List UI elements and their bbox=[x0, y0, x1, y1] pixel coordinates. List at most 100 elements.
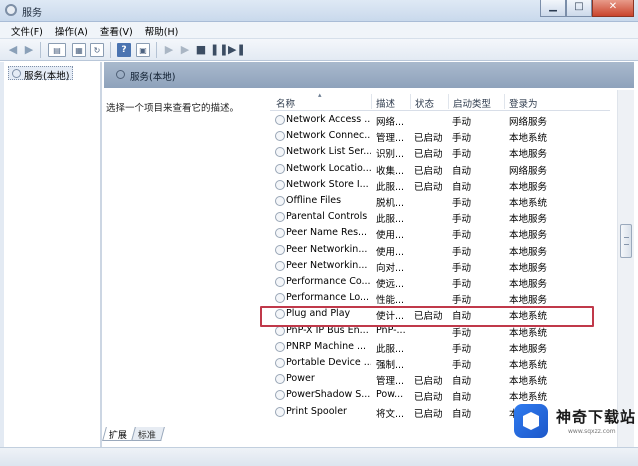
service-row[interactable]: Network Connec... 管理... 已启动 手动 本地系统 bbox=[270, 128, 610, 144]
service-row[interactable]: Power 管理... 已启动 自动 本地系统 bbox=[270, 371, 610, 387]
minimize-button[interactable]: ▁ bbox=[540, 0, 566, 17]
stop-service-icon[interactable]: ■ bbox=[194, 43, 208, 57]
service-startup-type: 手动 bbox=[452, 133, 472, 145]
service-gear-icon bbox=[275, 293, 285, 304]
service-row[interactable]: Network Store I... 此服... 已启动 自动 本地服务 bbox=[270, 177, 610, 193]
service-gear-icon bbox=[275, 212, 285, 223]
service-row[interactable]: Peer Networkin... 使用... 手动 本地服务 bbox=[270, 242, 610, 258]
help-icon[interactable]: ? bbox=[117, 43, 131, 57]
service-startup-type: 自动 bbox=[452, 392, 472, 404]
service-startup-type: 自动 bbox=[452, 376, 472, 388]
menu-file[interactable]: 文件(F) bbox=[6, 22, 50, 38]
service-logon-as: 本地服务 bbox=[509, 295, 548, 307]
menu-help[interactable]: 帮助(H) bbox=[140, 22, 186, 38]
watermark-url: www.sqxzz.com bbox=[568, 428, 616, 435]
service-startup-type: 手动 bbox=[452, 360, 472, 371]
sort-ascending-icon: ▴ bbox=[318, 92, 322, 99]
column-description-header[interactable]: 描述 bbox=[376, 96, 395, 110]
column-logon-header[interactable]: 登录为 bbox=[509, 96, 538, 110]
column-status-header[interactable]: 状态 bbox=[415, 96, 434, 110]
column-divider[interactable] bbox=[448, 94, 449, 109]
service-gear-icon bbox=[275, 163, 285, 174]
properties-icon[interactable]: ▦ bbox=[72, 43, 86, 57]
column-divider[interactable] bbox=[371, 94, 372, 109]
service-description: 收集... bbox=[376, 165, 405, 177]
minimize-icon: ▁ bbox=[549, 1, 557, 12]
tree-item-services-local[interactable]: 服务(本地) bbox=[8, 66, 74, 82]
export-list-icon[interactable]: ▣ bbox=[136, 43, 150, 57]
column-startup-header[interactable]: 启动类型 bbox=[453, 96, 491, 110]
service-description: 此服... bbox=[376, 181, 405, 193]
service-gear-icon bbox=[275, 228, 285, 239]
service-logon-as: 本地服务 bbox=[509, 181, 548, 193]
service-status: 已启动 bbox=[414, 181, 443, 193]
service-startup-type: 手动 bbox=[452, 198, 472, 209]
service-description: 强制... bbox=[376, 360, 405, 371]
service-row[interactable]: Portable Device ... 强制... 手动 本地系统 bbox=[270, 355, 610, 371]
service-logon-as: 本地系统 bbox=[509, 360, 548, 371]
service-description: 识别... bbox=[376, 149, 405, 161]
service-gear-icon bbox=[275, 260, 285, 271]
service-name: PNRP Machine ... bbox=[286, 340, 367, 352]
service-row[interactable]: PNRP Machine ... 此服... 手动 本地服务 bbox=[270, 339, 610, 355]
scrollbar-thumb[interactable] bbox=[620, 224, 632, 258]
service-gear-icon bbox=[275, 341, 285, 352]
service-row[interactable]: Network Locatio... 收集... 已启动 自动 网络服务 bbox=[270, 161, 610, 177]
refresh-icon[interactable]: ↻ bbox=[90, 43, 104, 57]
service-name: PowerShadow S... bbox=[286, 389, 371, 401]
list-header: 名称 ▴ 描述 状态 启动类型 登录为 bbox=[270, 92, 610, 111]
service-startup-type: 手动 bbox=[452, 149, 472, 161]
service-gear-icon bbox=[275, 244, 285, 255]
service-name: Network Connec... bbox=[286, 130, 371, 142]
watermark-logo-icon bbox=[514, 404, 548, 438]
gear-icon bbox=[12, 69, 21, 78]
service-gear-icon bbox=[275, 374, 285, 385]
menu-action[interactable]: 操作(A) bbox=[50, 22, 95, 38]
service-name: Peer Name Res... bbox=[286, 227, 368, 239]
forward-arrow-icon[interactable]: ▶ bbox=[22, 43, 36, 57]
service-row[interactable]: Network Access ... 网络... 手动 网络服务 bbox=[270, 112, 610, 128]
service-description: 性能... bbox=[376, 295, 405, 307]
service-logon-as: 本地服务 bbox=[509, 149, 548, 161]
service-description: 管理... bbox=[376, 376, 405, 388]
service-startup-type: 手动 bbox=[452, 262, 472, 274]
service-row[interactable]: Parental Controls 此服... 手动 本地服务 bbox=[270, 209, 610, 225]
service-name: Print Spooler bbox=[286, 405, 347, 417]
service-startup-type: 手动 bbox=[452, 295, 472, 307]
service-gear-icon bbox=[275, 406, 285, 417]
maximize-button[interactable]: □ bbox=[566, 0, 592, 17]
service-logon-as: 本地系统 bbox=[509, 376, 548, 388]
console-tree-icon[interactable]: ▤ bbox=[48, 43, 66, 57]
service-description: 此服... bbox=[376, 214, 405, 226]
restart-service-icon[interactable]: ▶❚ bbox=[228, 43, 246, 57]
service-row[interactable]: Peer Name Res... 使用... 手动 本地服务 bbox=[270, 225, 610, 241]
service-name: Network Locatio... bbox=[286, 162, 371, 174]
title-bar: 服务 ▁ □ ✕ bbox=[0, 0, 638, 22]
service-status: 已启动 bbox=[414, 149, 443, 161]
pause-service-icon[interactable]: ❚❚ bbox=[210, 43, 228, 57]
service-startup-type: 手动 bbox=[452, 343, 472, 355]
content-pane: 服务(本地) 选择一个项目来查看它的描述。 名称 ▴ 描述 状态 启动类型 登录… bbox=[104, 62, 634, 447]
start-service-icon[interactable]: ▶ bbox=[162, 43, 176, 57]
service-row[interactable]: Network List Ser... 识别... 已启动 手动 本地服务 bbox=[270, 144, 610, 160]
service-startup-type: 自动 bbox=[452, 181, 472, 193]
service-logon-as: 本地服务 bbox=[509, 246, 548, 258]
menu-view[interactable]: 查看(V) bbox=[95, 22, 140, 38]
service-row[interactable]: Peer Networkin... 向对... 手动 本地服务 bbox=[270, 258, 610, 274]
start-service-alt-icon[interactable]: ▶ bbox=[178, 43, 192, 57]
service-row[interactable]: Offline Files 脱机... 手动 本地系统 bbox=[270, 193, 610, 209]
column-divider[interactable] bbox=[410, 94, 411, 109]
service-description: 向对... bbox=[376, 262, 405, 274]
content-header-title: 服务(本地) bbox=[130, 72, 176, 83]
service-row[interactable]: Performance Lo... 性能... 手动 本地服务 bbox=[270, 290, 610, 306]
tab-standard[interactable]: 标准 bbox=[131, 427, 165, 441]
service-startup-type: 自动 bbox=[452, 165, 472, 177]
column-name-header[interactable]: 名称 bbox=[276, 96, 295, 110]
vertical-scrollbar[interactable] bbox=[617, 90, 634, 447]
close-button[interactable]: ✕ bbox=[592, 0, 634, 17]
back-arrow-icon[interactable]: ◀ bbox=[6, 43, 20, 57]
service-row[interactable]: Performance Co... 使远... 手动 本地服务 bbox=[270, 274, 610, 290]
view-tabs: 扩展 标准 bbox=[102, 427, 165, 441]
column-divider[interactable] bbox=[504, 94, 505, 109]
service-name: Peer Networkin... bbox=[286, 259, 368, 271]
